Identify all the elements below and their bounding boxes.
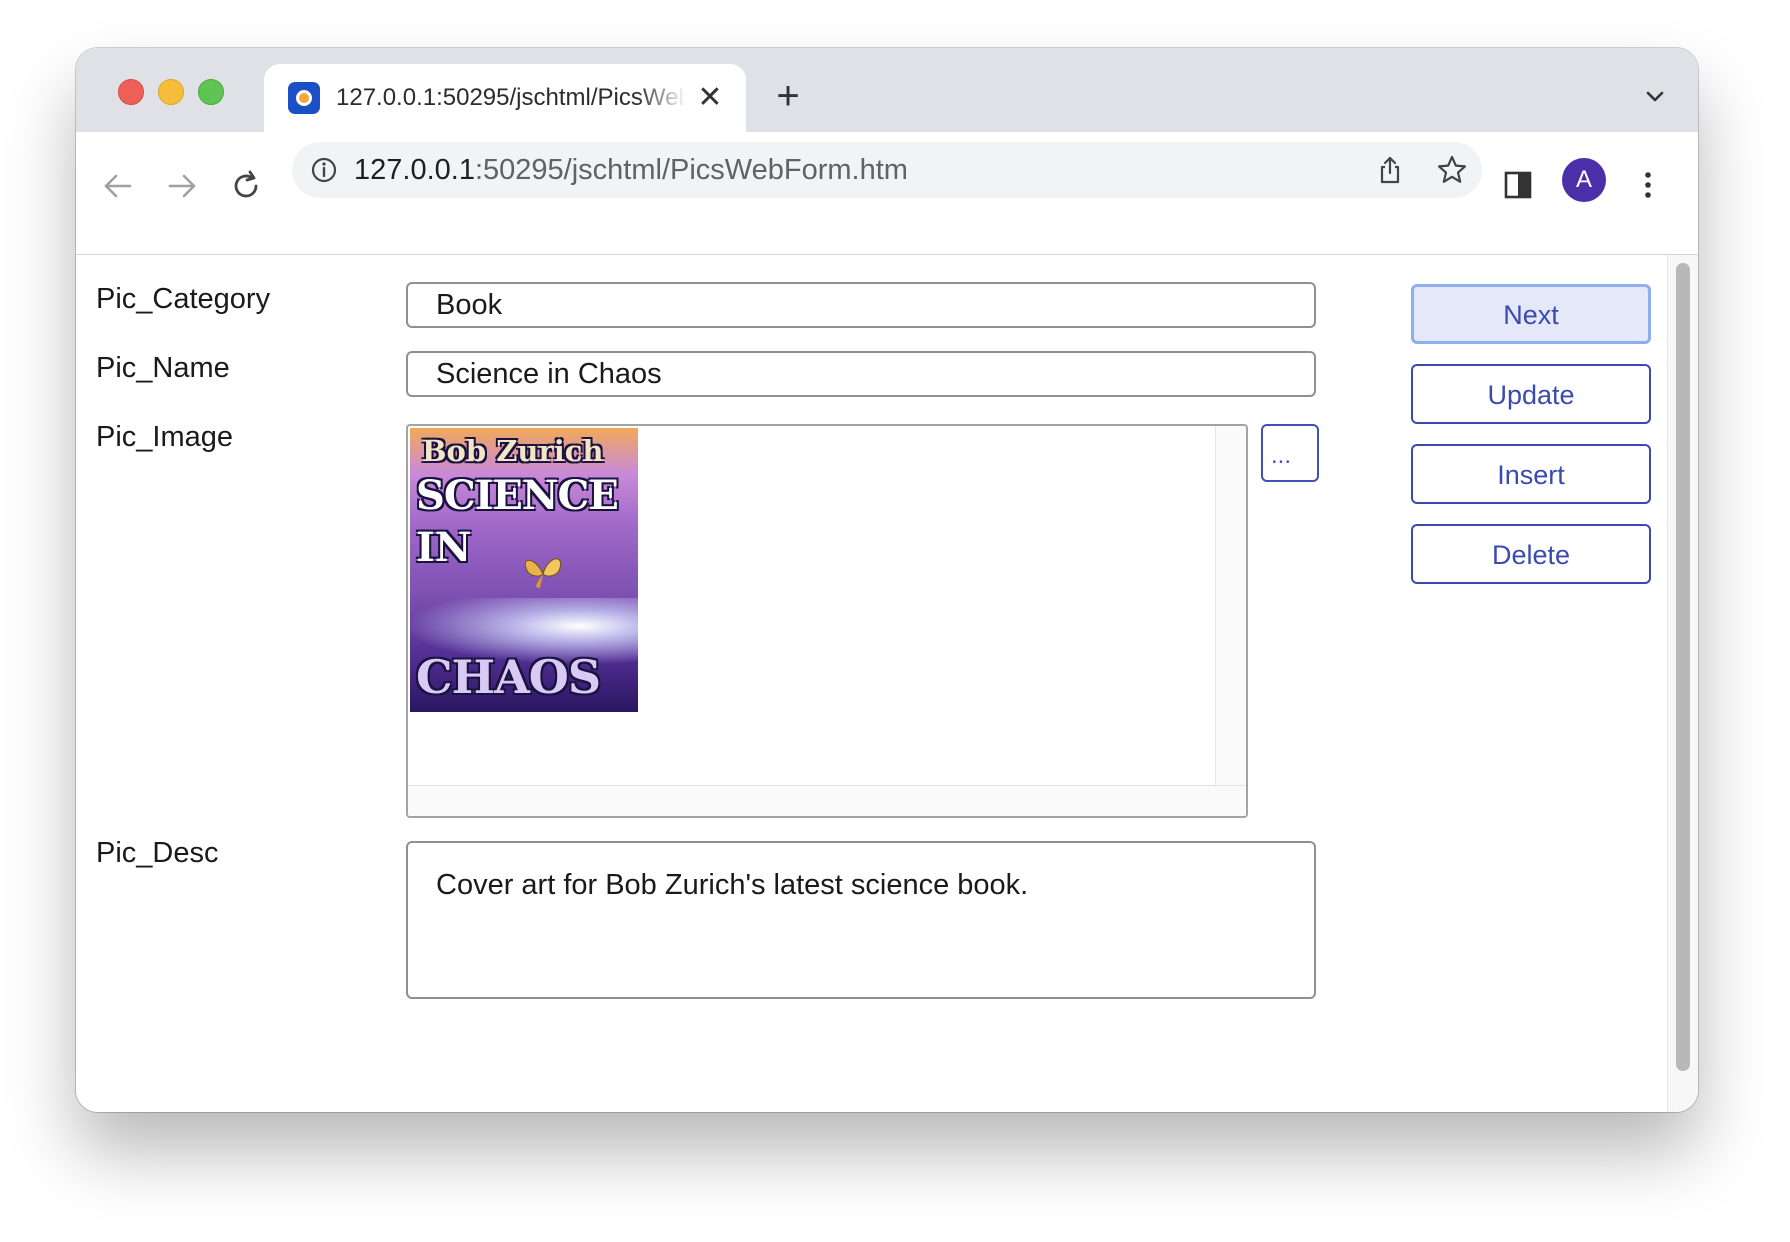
forward-arrow-icon[interactable] [162, 166, 202, 206]
tab-strip: 127.0.0.1:50295/jschtml/PicsWebForm.htm … [76, 48, 1698, 132]
name-label: Pic_Name [96, 352, 230, 384]
delete-button[interactable]: Delete [1411, 524, 1651, 584]
url-path: :50295/jschtml/PicsWebForm.htm [474, 154, 908, 186]
site-info-icon[interactable] [310, 156, 338, 184]
image-horizontal-scrollbar[interactable] [408, 785, 1246, 816]
image-preview-box[interactable]: Bob Zurich SCIENCE IN CHAOS [406, 424, 1248, 818]
star-bookmark-icon[interactable] [1436, 154, 1468, 186]
browser-toolbar: 127.0.0.1:50295/jschtml/PicsWebForm.htm … [76, 132, 1698, 255]
image-label: Pic_Image [96, 421, 234, 453]
address-bar[interactable]: 127.0.0.1:50295/jschtml/PicsWebForm.htm [292, 142, 1482, 198]
desc-label: Pic_Desc [96, 837, 219, 869]
cover-title-line1: SCIENCE [416, 472, 619, 519]
next-button[interactable]: Next [1411, 284, 1651, 344]
tab-title: 127.0.0.1:50295/jschtml/PicsWebForm.htm [336, 84, 686, 111]
minimize-window-button[interactable] [158, 79, 184, 105]
back-arrow-icon[interactable] [98, 166, 138, 206]
category-label: Pic_Category [96, 283, 271, 315]
update-button[interactable]: Update [1411, 364, 1651, 424]
close-window-button[interactable] [118, 79, 144, 105]
reload-icon[interactable] [226, 166, 266, 206]
page-scrollbar[interactable] [1667, 255, 1698, 1112]
share-icon[interactable] [1374, 154, 1406, 186]
desc-textarea[interactable]: Cover art for Bob Zurich's latest scienc… [406, 841, 1316, 999]
cover-title-line2: IN [416, 524, 472, 571]
url-text: 127.0.0.1:50295/jschtml/PicsWebForm.htm [354, 154, 908, 187]
tab-close-icon[interactable]: ✕ [694, 82, 726, 114]
image-vertical-scrollbar[interactable] [1215, 426, 1246, 816]
page-scroll-thumb[interactable] [1676, 263, 1690, 1071]
tab-search-chevron-down-icon[interactable] [1640, 82, 1670, 112]
browser-window: 127.0.0.1:50295/jschtml/PicsWebForm.htm … [76, 48, 1698, 1112]
profile-avatar[interactable]: A [1562, 158, 1606, 202]
cover-author: Bob Zurich [422, 434, 604, 468]
browse-image-button[interactable]: ... [1261, 424, 1319, 482]
side-panel-icon[interactable] [1498, 165, 1538, 205]
category-input[interactable] [406, 282, 1316, 328]
name-input[interactable] [406, 351, 1316, 397]
zoom-window-button[interactable] [198, 79, 224, 105]
book-cover-image: Bob Zurich SCIENCE IN CHAOS [410, 428, 638, 712]
cover-title-line3: CHAOS [416, 650, 601, 704]
page-content: Pic_Category Pic_Name Pic_Image Bob Zuri… [76, 255, 1698, 1112]
browser-tab[interactable]: 127.0.0.1:50295/jschtml/PicsWebForm.htm … [264, 64, 746, 132]
url-host: 127.0.0.1 [354, 154, 475, 186]
insert-button[interactable]: Insert [1411, 444, 1651, 504]
new-tab-plus-icon[interactable]: + [770, 76, 806, 116]
site-favicon-icon [288, 82, 320, 114]
kebab-menu-icon[interactable] [1628, 165, 1668, 205]
